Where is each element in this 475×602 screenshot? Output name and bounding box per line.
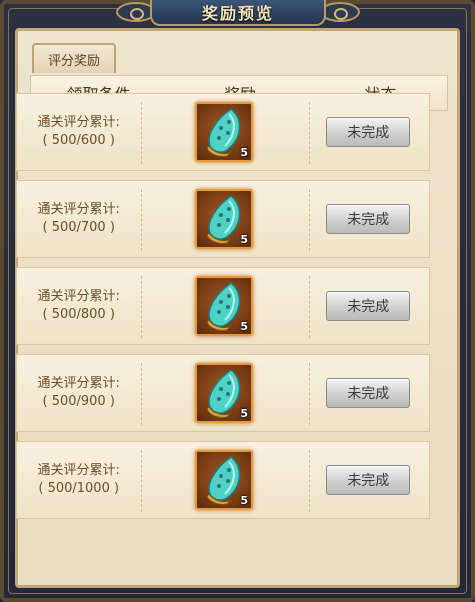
row-reward: 5 [140, 363, 307, 423]
row-status: 未完成 [308, 291, 429, 321]
reward-item[interactable]: 5 [195, 189, 253, 249]
row-reward: 5 [140, 102, 307, 162]
condition-progress: ( 500/700 ) [42, 220, 115, 235]
tab-score-reward[interactable]: 评分奖励 [32, 43, 116, 73]
condition-label: 通关评分累计: [37, 376, 120, 391]
row-reward: 5 [140, 189, 307, 249]
reward-count: 5 [240, 233, 248, 246]
row-divider [141, 102, 142, 164]
reward-count: 5 [240, 320, 248, 333]
row-divider [309, 102, 310, 164]
row-condition: 通关评分累计: ( 500/700 ) [17, 201, 140, 237]
row-status: 未完成 [308, 378, 429, 408]
status-button[interactable]: 未完成 [326, 291, 411, 321]
row-divider [309, 363, 310, 425]
condition-progress: ( 500/1000 ) [38, 481, 120, 496]
condition-label: 通关评分累计: [37, 289, 120, 304]
row-reward: 5 [140, 276, 307, 336]
row-reward: 5 [140, 450, 307, 510]
row-status: 未完成 [308, 117, 429, 147]
row-condition: 通关评分累计: ( 500/1000 ) [17, 462, 140, 498]
title-plate: 奖励预览 [150, 0, 326, 26]
status-button[interactable]: 未完成 [326, 204, 411, 234]
row-status: 未完成 [308, 204, 429, 234]
reward-row: 通关评分累计: ( 500/700 ) 5 未完成 [16, 180, 430, 258]
row-divider [141, 189, 142, 251]
reward-row: 通关评分累计: ( 500/900 ) 5 未完成 [16, 354, 430, 432]
reward-row: 通关评分累计: ( 500/600 ) 5 未完成 [16, 93, 430, 171]
reward-count: 5 [240, 146, 248, 159]
condition-progress: ( 500/600 ) [42, 133, 115, 148]
status-button[interactable]: 未完成 [326, 117, 411, 147]
reward-list: 通关评分累计: ( 500/600 ) 5 未完成 通关评分累计: (500/… [16, 93, 430, 528]
row-divider [309, 189, 310, 251]
reward-row: 通关评分累计: ( 500/800 ) 5 未完成 [16, 267, 430, 345]
condition-progress: ( 500/800 ) [42, 307, 115, 322]
row-condition: 通关评分累计: ( 500/900 ) [17, 375, 140, 411]
reward-item[interactable]: 5 [195, 276, 253, 336]
reward-row: 通关评分累计: ( 500/1000 ) 5 未完成 [16, 441, 430, 519]
title-ornament-right [320, 2, 360, 22]
condition-label: 通关评分累计: [37, 202, 120, 217]
reward-item[interactable]: 5 [195, 363, 253, 423]
condition-label: 通关评分累计: [37, 115, 120, 130]
row-divider [141, 363, 142, 425]
reward-count: 5 [240, 407, 248, 420]
condition-progress: ( 500/900 ) [42, 394, 115, 409]
status-button[interactable]: 未完成 [326, 378, 411, 408]
reward-count: 5 [240, 494, 248, 507]
reward-item[interactable]: 5 [195, 450, 253, 510]
row-condition: 通关评分累计: ( 500/600 ) [17, 114, 140, 150]
row-divider [141, 276, 142, 338]
row-status: 未完成 [308, 465, 429, 495]
window-title: 奖励预览 [201, 4, 274, 23]
condition-label: 通关评分累计: [37, 463, 120, 478]
row-divider [141, 450, 142, 512]
row-divider [309, 276, 310, 338]
status-button[interactable]: 未完成 [326, 465, 411, 495]
row-condition: 通关评分累计: ( 500/800 ) [17, 288, 140, 324]
reward-item[interactable]: 5 [195, 102, 253, 162]
row-divider [309, 450, 310, 512]
